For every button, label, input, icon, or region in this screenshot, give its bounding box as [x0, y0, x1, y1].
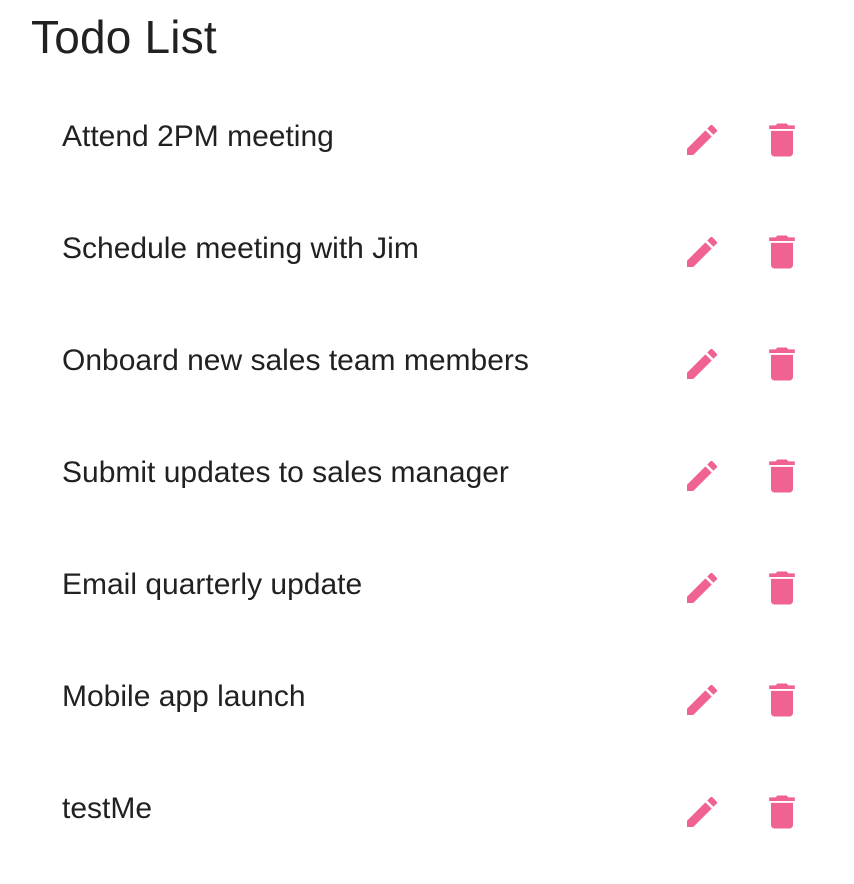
delete-button[interactable]	[760, 790, 804, 834]
todo-item: Mobile app launch	[0, 642, 854, 754]
pencil-icon	[687, 460, 718, 491]
trash-icon	[769, 795, 795, 829]
edit-button[interactable]	[680, 790, 724, 834]
trash-icon	[769, 683, 795, 717]
todo-item: Submit updates to sales manager	[0, 418, 854, 530]
todo-item: Schedule meeting with Jim	[0, 194, 854, 306]
todo-text: Schedule meeting with Jim	[62, 232, 419, 265]
pencil-icon	[687, 348, 718, 379]
delete-button[interactable]	[760, 566, 804, 610]
delete-button[interactable]	[760, 342, 804, 386]
edit-button[interactable]	[680, 118, 724, 162]
edit-button[interactable]	[680, 678, 724, 722]
pencil-icon	[687, 796, 718, 827]
delete-button[interactable]	[760, 678, 804, 722]
pencil-icon	[687, 684, 718, 715]
edit-button[interactable]	[680, 566, 724, 610]
pencil-icon	[687, 572, 718, 603]
trash-icon	[769, 235, 795, 269]
trash-icon	[769, 571, 795, 605]
todo-text: testMe	[62, 792, 153, 825]
todo-item: Email quarterly update	[0, 530, 854, 642]
trash-icon	[769, 459, 795, 493]
delete-button[interactable]	[760, 118, 804, 162]
edit-button[interactable]	[680, 230, 724, 274]
todo-text: Attend 2PM meeting	[62, 120, 334, 153]
todo-text: Mobile app launch	[62, 680, 306, 713]
todo-item: Attend 2PM meeting	[0, 82, 854, 194]
pencil-icon	[687, 236, 718, 267]
page-title: Todo List	[31, 11, 217, 63]
delete-button[interactable]	[760, 454, 804, 498]
delete-button[interactable]	[760, 230, 804, 274]
todo-text: Onboard new sales team members	[62, 344, 529, 377]
todo-list: Attend 2PM meeting Schedule meeting with…	[0, 82, 854, 866]
trash-icon	[769, 347, 795, 381]
edit-button[interactable]	[680, 454, 724, 498]
pencil-icon	[687, 124, 718, 155]
todo-item: Onboard new sales team members	[0, 306, 854, 418]
todo-text: Email quarterly update	[62, 568, 363, 601]
edit-button[interactable]	[680, 342, 724, 386]
todo-text: Submit updates to sales manager	[62, 456, 509, 489]
todo-item: testMe	[0, 754, 854, 866]
trash-icon	[769, 123, 795, 157]
